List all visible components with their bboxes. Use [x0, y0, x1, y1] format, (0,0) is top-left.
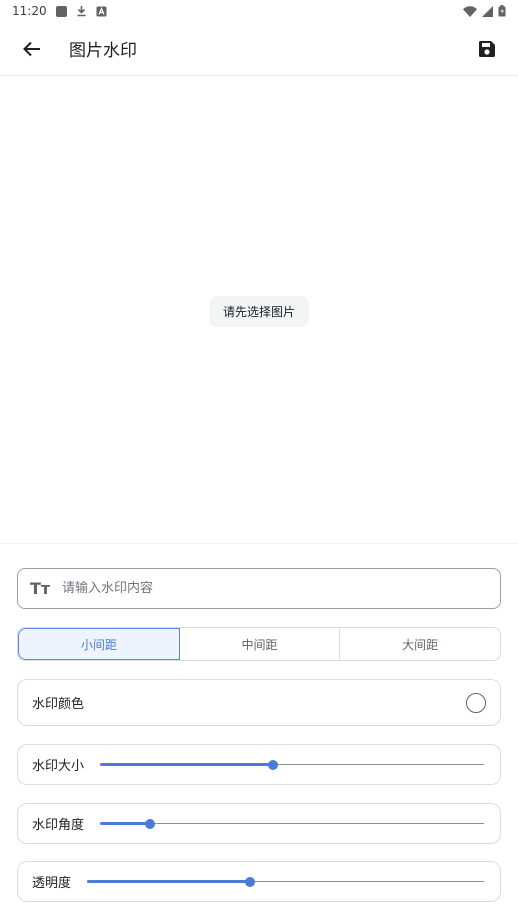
text-fields-icon: Tт — [30, 579, 51, 598]
back-button[interactable] — [12, 29, 52, 69]
a-icon — [96, 6, 107, 16]
spacing-large-button[interactable]: 大间距 — [340, 628, 500, 660]
save-button[interactable] — [470, 32, 504, 66]
notification-app-icon — [55, 5, 67, 17]
color-swatch[interactable] — [466, 692, 486, 713]
slider-fill — [100, 821, 150, 825]
slider-thumb[interactable] — [144, 818, 155, 829]
opacity-label: 透明度 — [32, 876, 72, 891]
opacity-slider[interactable] — [87, 872, 484, 892]
spacing-small-button[interactable]: 小间距 — [18, 628, 180, 660]
status-bar: 11:20 — [0, 0, 518, 22]
image-preview-area[interactable]: 请先选择图片 — [0, 77, 518, 544]
watermark-angle-card: 水印角度 — [17, 803, 501, 844]
save-icon — [479, 40, 495, 57]
slider-thumb[interactable] — [267, 759, 278, 770]
watermark-color-card[interactable]: 水印颜色 — [17, 679, 501, 726]
watermark-color-label: 水印颜色 — [32, 697, 85, 712]
watermark-text-input[interactable] — [62, 581, 462, 596]
battery-icon — [498, 5, 506, 17]
watermark-size-card: 水印大小 — [17, 744, 501, 785]
app-bar: 图片水印 — [0, 22, 518, 76]
spacing-selector: 小间距 中间距 大间距 — [17, 627, 501, 661]
status-time: 11:20 — [12, 4, 47, 18]
watermark-size-label: 水印大小 — [32, 759, 85, 774]
select-image-hint: 请先选择图片 — [209, 296, 310, 327]
download-icon — [77, 6, 86, 17]
watermark-text-field[interactable]: Tт — [17, 568, 501, 609]
watermark-angle-label: 水印角度 — [32, 818, 85, 833]
spacing-medium-button[interactable]: 中间距 — [180, 628, 341, 660]
wifi-icon — [463, 5, 477, 17]
slider-fill — [100, 762, 273, 766]
watermark-settings-panel: Tт 小间距 中间距 大间距 水印颜色 水印大小 水印角度 透明度 — [0, 545, 518, 920]
slider-track — [100, 822, 484, 824]
arrow-back-icon — [23, 41, 40, 56]
slider-fill — [87, 879, 250, 883]
cellular-signal-icon — [482, 5, 493, 17]
watermark-size-slider[interactable] — [100, 755, 484, 775]
watermark-angle-slider[interactable] — [100, 814, 484, 834]
opacity-card: 透明度 — [17, 861, 501, 902]
slider-thumb[interactable] — [244, 876, 255, 887]
page-title: 图片水印 — [69, 41, 137, 61]
